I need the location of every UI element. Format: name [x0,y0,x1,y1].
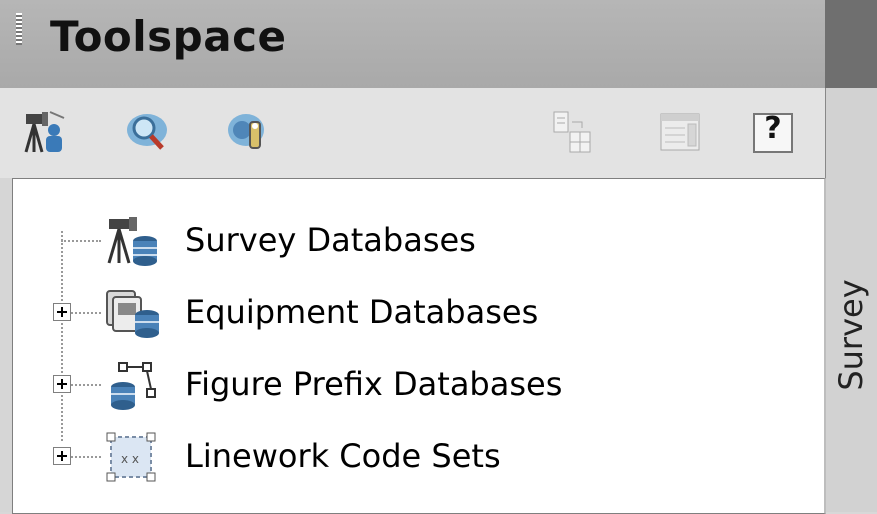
tab-survey-label: Survey [832,279,870,391]
help-icon-label: ? [764,111,782,146]
tree-item-label: Survey Databases [185,221,476,259]
expand-icon[interactable] [53,375,71,393]
drag-grip[interactable] [16,13,22,45]
expand-icon[interactable] [53,447,71,465]
properties-icon[interactable] [655,108,705,158]
tab-survey[interactable]: Survey [825,240,877,430]
survey-database-icon [103,215,163,267]
panel-title: Toolspace [50,12,287,61]
survey-equipment-icon[interactable] [20,108,70,158]
tree-item-label: Figure Prefix Databases [185,365,563,403]
toolbar: ? [0,88,825,178]
expand-icon[interactable] [53,303,71,321]
tree-item-label: Linework Code Sets [185,437,501,475]
toolspace-window: Toolspace Survey ? Survey Databases Equi… [0,0,877,514]
linework-code-set-icon: x x [103,431,163,483]
equipment-database-icon [103,287,163,339]
tree-connector [71,456,101,458]
svg-text:x x: x x [121,452,139,466]
tree-item-survey-databases[interactable]: Survey Databases [13,211,713,271]
copy-to-layout-icon[interactable] [548,108,598,158]
tree-item-linework-code-sets[interactable]: x x Linework Code Sets [13,427,713,487]
tree-item-figure-prefix-databases[interactable]: Figure Prefix Databases [13,355,713,415]
tree-item-label: Equipment Databases [185,293,539,331]
search-icon[interactable] [122,108,172,158]
tree-item-equipment-databases[interactable]: Equipment Databases [13,283,713,343]
tree-connector [71,384,101,386]
figure-prefix-database-icon [103,359,163,411]
settings-icon[interactable] [222,108,272,158]
tree-connector [61,240,101,242]
title-bar[interactable]: Toolspace [0,0,825,89]
tree-connector [71,312,101,314]
help-icon[interactable]: ? [748,108,798,158]
side-tab-strip-header [825,0,877,88]
tree-view: Survey Databases Equipment Databases Fig… [12,178,826,514]
